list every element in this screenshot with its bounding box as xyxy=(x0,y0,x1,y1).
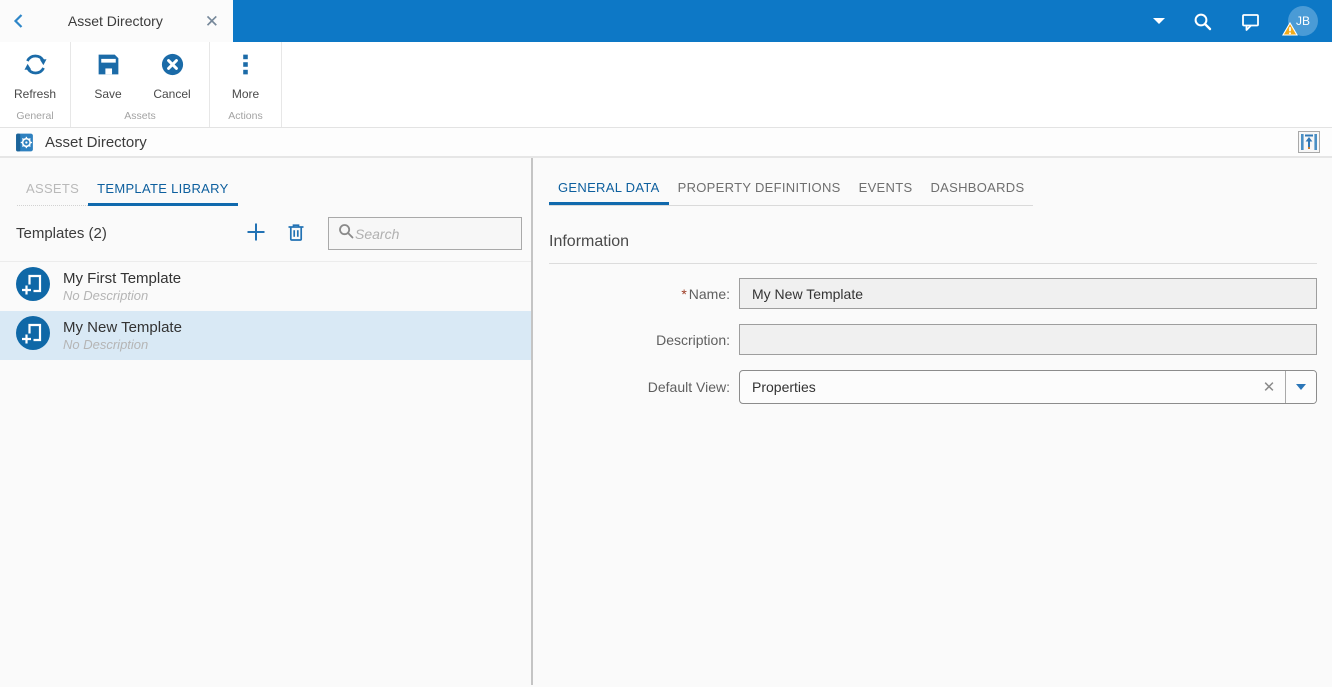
more-button[interactable]: More xyxy=(214,42,278,110)
refresh-button[interactable]: Refresh xyxy=(3,42,67,110)
page-header: Asset Directory xyxy=(0,128,1332,158)
save-icon xyxy=(95,51,122,81)
template-icon xyxy=(16,267,50,306)
general-data-form: *Name: Description: Default View: Proper… xyxy=(549,278,1317,404)
cancel-label: Cancel xyxy=(153,87,191,101)
caret-down-icon[interactable] xyxy=(1153,18,1165,24)
template-name: My New Template xyxy=(63,319,182,336)
label-text: Name: xyxy=(688,285,730,302)
user-avatar[interactable]: JB xyxy=(1282,6,1318,36)
tab-template-library[interactable]: TEMPLATE LIBRARY xyxy=(88,181,238,206)
templates-toolbar: Templates (2) xyxy=(0,206,531,261)
tab-title: Asset Directory xyxy=(67,13,163,29)
default-view-label: Default View: xyxy=(549,379,739,395)
chat-icon[interactable] xyxy=(1240,11,1261,32)
tab-property-definitions[interactable]: PROPERTY DEFINITIONS xyxy=(669,180,850,205)
templates-count-label: Templates (2) xyxy=(16,225,107,242)
delete-template-button[interactable] xyxy=(281,219,311,249)
left-panel-tabs: ASSETS TEMPLATE LIBRARY xyxy=(0,158,531,206)
template-description: No Description xyxy=(63,288,149,303)
ribbon-toolbar: Refresh General Save Cancel Assets More … xyxy=(0,42,1332,128)
cancel-icon xyxy=(159,51,186,81)
clear-icon[interactable]: ✕ xyxy=(1253,371,1285,403)
tab-dashboards[interactable]: DASHBOARDS xyxy=(921,180,1033,205)
ribbon-group-label: General xyxy=(16,110,54,122)
required-marker: * xyxy=(681,285,687,302)
tab-events[interactable]: EVENTS xyxy=(850,180,922,205)
search-icon[interactable] xyxy=(1192,11,1213,32)
tab-label: GENERAL DATA xyxy=(558,180,660,195)
add-icon xyxy=(244,220,268,247)
description-label: Description: xyxy=(549,332,739,348)
save-label: Save xyxy=(94,87,122,101)
name-label: * Name: xyxy=(549,286,739,302)
label-text: Description: xyxy=(656,331,730,348)
save-button[interactable]: Save xyxy=(76,42,140,110)
right-panel: GENERAL DATA PROPERTY DEFINITIONS EVENTS… xyxy=(533,158,1332,685)
label-text: Default View: xyxy=(647,379,730,395)
warning-badge-icon xyxy=(1282,21,1298,39)
tab-label: EVENTS xyxy=(858,180,913,195)
search-field-icon xyxy=(337,222,355,245)
more-icon xyxy=(232,51,259,81)
left-panel: ASSETS TEMPLATE LIBRARY Templates (2) Se… xyxy=(0,158,533,685)
default-view-value: Properties xyxy=(752,379,816,395)
avatar-initials: JB xyxy=(1295,14,1310,28)
tab-general-data[interactable]: GENERAL DATA xyxy=(549,180,669,205)
ribbon-group-actions: More Actions xyxy=(210,42,282,127)
template-name: My First Template xyxy=(63,270,182,287)
form-row-name: * Name: xyxy=(549,278,1317,309)
page-title: Asset Directory xyxy=(45,133,147,151)
template-list: My First Template No Description My New … xyxy=(0,261,531,360)
template-search-input[interactable] xyxy=(355,225,513,242)
tab-label: ASSETS xyxy=(26,181,80,196)
refresh-icon xyxy=(22,51,49,81)
topbar-actions: JB xyxy=(1153,0,1332,42)
section-title: Information xyxy=(549,233,1317,264)
asset-directory-icon xyxy=(14,132,35,153)
trash-icon xyxy=(285,221,307,246)
default-view-combobox[interactable]: Properties ✕ xyxy=(739,370,1317,404)
template-item-text: My First Template No Description xyxy=(63,269,181,304)
tab-label: DASHBOARDS xyxy=(930,180,1025,195)
ribbon-group-assets: Save Cancel Assets xyxy=(71,42,210,127)
expand-panel-icon[interactable] xyxy=(1298,131,1320,153)
cancel-button[interactable]: Cancel xyxy=(140,42,204,110)
list-item-selected[interactable]: My New Template No Description xyxy=(0,311,531,360)
template-description: No Description xyxy=(63,337,149,352)
description-field[interactable] xyxy=(739,324,1317,355)
tab-label: TEMPLATE LIBRARY xyxy=(97,181,229,196)
tab-assets[interactable]: ASSETS xyxy=(17,181,89,206)
list-item[interactable]: My First Template No Description xyxy=(0,262,531,311)
name-field[interactable] xyxy=(739,278,1317,309)
template-search xyxy=(328,217,522,250)
ribbon-group-general: Refresh General xyxy=(0,42,71,127)
dropdown-icon[interactable] xyxy=(1285,371,1316,403)
tab-label: PROPERTY DEFINITIONS xyxy=(677,180,841,195)
document-tab[interactable]: Asset Directory ✕ xyxy=(0,0,233,42)
form-row-default-view: Default View: Properties ✕ xyxy=(549,370,1317,404)
template-item-text: My New Template No Description xyxy=(63,318,182,353)
main-content: ASSETS TEMPLATE LIBRARY Templates (2) Se… xyxy=(0,158,1332,685)
tab-close-icon[interactable]: ✕ xyxy=(201,11,223,32)
ribbon-group-label: Actions xyxy=(228,110,263,122)
refresh-label: Refresh xyxy=(13,87,57,101)
back-icon[interactable] xyxy=(10,11,30,31)
more-label: More xyxy=(231,87,260,101)
form-row-description: Description: xyxy=(549,324,1317,355)
right-panel-tabs: GENERAL DATA PROPERTY DEFINITIONS EVENTS… xyxy=(549,158,1317,206)
add-template-button[interactable] xyxy=(241,219,271,249)
template-icon xyxy=(16,316,50,355)
app-top-bar: Asset Directory ✕ JB xyxy=(0,0,1332,42)
ribbon-group-label: Assets xyxy=(124,110,156,122)
